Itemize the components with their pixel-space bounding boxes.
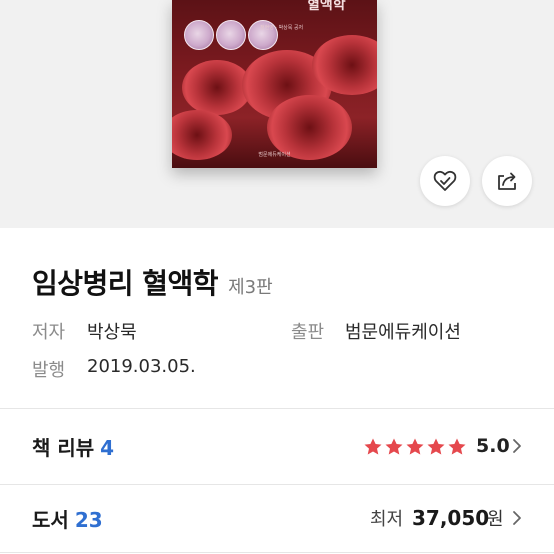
review-label: 책 리뷰 [32, 435, 95, 460]
publish-date: 2019.03.05. [87, 356, 196, 377]
divider [0, 484, 554, 485]
heart-check-icon [433, 170, 457, 191]
cover-title: 혈액학 [307, 0, 346, 13]
publish-date-info: 발행 [32, 356, 65, 382]
star-icon [448, 438, 466, 455]
book-edition: 제3판 [228, 277, 273, 298]
star-icon [427, 438, 445, 455]
chevron-right-icon [513, 511, 521, 525]
review-heading: 책 리뷰 4 [32, 432, 114, 461]
wishlist-button[interactable] [420, 156, 470, 206]
publish-date-wrap: 2019.03.05. [87, 356, 196, 377]
cover-cell-thumbnail [216, 20, 246, 50]
publisher-label: 출판 [291, 322, 325, 343]
cover-publisher: 범문에듀케이션 [258, 152, 291, 158]
star-icon [364, 438, 382, 455]
lowest-price-label: 최저 [370, 509, 404, 530]
lowest-price: 37,050 [412, 506, 490, 530]
author-name[interactable]: 박상묵 [87, 318, 137, 344]
rating-score: 5.0 [476, 435, 510, 457]
listings-label: 도서 [32, 507, 69, 532]
publisher-value-wrap: 범문에듀케이션 [345, 318, 461, 344]
publisher-name[interactable]: 범문에듀케이션 [345, 318, 461, 344]
author-label: 저자 [32, 322, 66, 343]
book-cover-image[interactable]: 혈액학 정현영 · 박상묵 공저 범문에듀케이션 [172, 0, 377, 168]
book-review-row[interactable]: 책 리뷰 4 5.0 [0, 416, 554, 476]
share-icon [498, 172, 516, 190]
price-unit: 원 [487, 509, 504, 530]
star-icon [385, 438, 403, 455]
rating-stars [363, 437, 468, 457]
star-icon [406, 438, 424, 455]
cover-authors: 정현영 · 박상묵 공저 [260, 25, 304, 31]
share-button[interactable] [482, 156, 532, 206]
book-cover-area: 혈액학 정현영 · 박상묵 공저 범문에듀케이션 [0, 0, 554, 228]
chevron-right-icon [513, 439, 521, 453]
divider [0, 552, 554, 553]
listings-count: 23 [74, 507, 103, 532]
cover-cell-thumbnail [184, 20, 214, 50]
publisher-info: 출판 [291, 318, 324, 344]
divider [0, 408, 554, 409]
publish-date-label: 발행 [32, 360, 66, 381]
listings-heading: 도서 23 [32, 504, 103, 533]
review-count: 4 [100, 435, 115, 460]
author-value-wrap: 박상묵 [87, 318, 137, 344]
book-title-row: 임상병리 혈액학 제3판 [32, 262, 273, 302]
used-book-listings-row[interactable]: 도서 23 최저 37,050 원 [0, 488, 554, 548]
author-info: 저자 [32, 318, 65, 344]
book-title: 임상병리 혈액학 [32, 267, 219, 300]
